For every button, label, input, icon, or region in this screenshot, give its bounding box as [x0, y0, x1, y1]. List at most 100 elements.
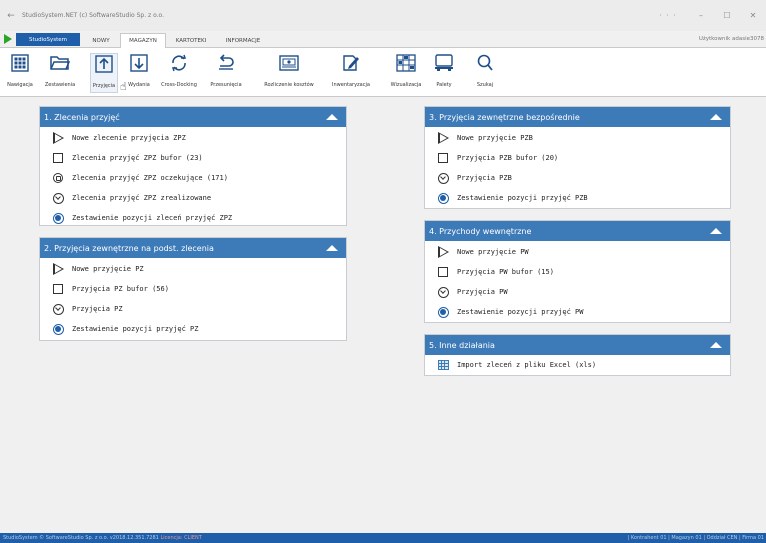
item-label: Nowe zlecenie przyjęcia ZPZ: [72, 134, 186, 142]
list-item-zestawienie-pz[interactable]: Zestawienie pozycji przyjęć PZ: [40, 319, 346, 339]
play-outline-icon: [436, 246, 450, 258]
tab-magazyn[interactable]: MAGAZYN: [120, 33, 166, 48]
edit-document-icon: [342, 53, 360, 73]
toolbar-wydania-button[interactable]: Wydania: [124, 53, 154, 93]
toolbar-label: Wydania: [128, 82, 150, 88]
hand-cursor-icon: ☝: [120, 80, 127, 93]
radio-filled-icon: [51, 212, 65, 224]
circle-square-icon: [51, 172, 65, 184]
item-label: Zlecenia przyjęć ZPZ zrealizowane: [72, 194, 212, 202]
item-label: Przyjęcia PW: [457, 288, 508, 296]
item-label: Zestawienie pozycji przyjęć PZB: [457, 194, 588, 202]
panel-title: 1. Zlecenia przyjęć: [44, 112, 120, 122]
list-item-pz-bufor[interactable]: Przyjęcia PZ bufor (56): [40, 279, 346, 299]
list-item-zestawienie-zpz[interactable]: Zestawienie pozycji zleceń przyjęć ZPZ: [40, 208, 346, 228]
toolbar-inwentaryzacja-button[interactable]: Inwentaryzacja: [326, 53, 376, 93]
list-item-nowe-pw[interactable]: Nowe przyjęcie PW: [425, 242, 730, 262]
toolbar-label: Rozliczenie kosztów: [264, 82, 314, 88]
play-icon[interactable]: [4, 34, 12, 44]
window-title: StudioSystem.NET (c) SoftwareStudio Sp. …: [22, 12, 165, 19]
item-label: Zestawienie pozycji przyjęć PZ: [72, 325, 199, 333]
list-item-przyjecia-pzb[interactable]: Przyjęcia PZB: [425, 168, 730, 188]
list-item-zpz-oczekujace[interactable]: Zlecenia przyjęć ZPZ oczekujące (171): [40, 168, 346, 188]
circle-chevron-icon: [51, 192, 65, 204]
list-item-nowe-pz[interactable]: Nowe przyjęcie PZ: [40, 259, 346, 279]
maximize-button[interactable]: ☐: [714, 11, 740, 20]
list-item-przyjecia-pz[interactable]: Przyjęcia PZ: [40, 299, 346, 319]
toolbar-cross-docking-button[interactable]: Cross-Docking: [156, 53, 202, 93]
list-item-zpz-zrealizowane[interactable]: Zlecenia przyjęć ZPZ zrealizowane: [40, 188, 346, 208]
list-item-zestawienie-pzb[interactable]: Zestawienie pozycji przyjęć PZB: [425, 188, 730, 208]
toolbar-rozliczenie-button[interactable]: Rozliczenie kosztów: [256, 53, 322, 93]
panel-przychody-wewnetrzne: 4. Przychody wewnętrzne Nowe przyjęcie P…: [424, 220, 731, 323]
pallet-icon: [434, 53, 454, 73]
panel-header[interactable]: 1. Zlecenia przyjęć: [40, 107, 346, 127]
panel-header[interactable]: 4. Przychody wewnętrzne: [425, 221, 730, 241]
item-label: Zlecenia przyjęć ZPZ oczekujące (171): [72, 174, 228, 182]
status-left: StudioSystem © SoftwareStudio Sp. z o.o.…: [0, 535, 628, 541]
chevron-up-icon[interactable]: [326, 114, 338, 120]
toolbar-nawigacja-button[interactable]: Nawigacja: [2, 53, 38, 93]
money-icon: [279, 53, 299, 73]
toolbar-zestawienia-button[interactable]: Zestawienia: [40, 53, 80, 93]
excel-grid-icon: [436, 359, 450, 371]
toolbar-przesuniecia-button[interactable]: Przesunięcia: [204, 53, 248, 93]
item-label: Nowe przyjęcie PZB: [457, 134, 533, 142]
item-label: Nowe przyjęcie PW: [457, 248, 529, 256]
toolbar-szukaj-button[interactable]: Szukaj: [470, 53, 500, 93]
panel-title: 4. Przychody wewnętrzne: [429, 226, 532, 236]
tab-kartoteki[interactable]: KARTOTEKI: [170, 33, 212, 48]
chevron-up-icon[interactable]: [710, 342, 722, 348]
list-item-nowe-zlecenie-zpz[interactable]: Nowe zlecenie przyjęcia ZPZ: [40, 128, 346, 148]
item-label: Nowe przyjęcie PZ: [72, 265, 144, 273]
item-label: Przyjęcia PW bufor (15): [457, 268, 554, 276]
toolbar-label: Inwentaryzacja: [332, 82, 370, 88]
title-bar: ← StudioSystem.NET (c) SoftwareStudio Sp…: [0, 0, 766, 31]
list-item-zpz-bufor[interactable]: Zlecenia przyjęć ZPZ bufor (23): [40, 148, 346, 168]
app-menu-button[interactable]: StudioSystem: [16, 33, 80, 46]
panel-header[interactable]: 3. Przyjęcia zewnętrzne bezpośrednie: [425, 107, 730, 127]
list-item-przyjecia-pw[interactable]: Przyjęcia PW: [425, 282, 730, 302]
chevron-up-icon[interactable]: [710, 114, 722, 120]
tab-nowy[interactable]: NOWY: [86, 33, 116, 48]
panel-header[interactable]: 2. Przyjęcia zewnętrzne na podst. zlecen…: [40, 238, 346, 258]
toolbar-label: Przyjęcia: [92, 83, 116, 89]
more-options-button[interactable]: · · ·: [648, 11, 688, 20]
toolbar-label: Wizualizacja: [390, 82, 422, 88]
square-outline-icon: [436, 152, 450, 164]
item-label: Przyjęcia PZ: [72, 305, 123, 313]
toolbar-label: Nawigacja: [7, 82, 33, 88]
return-arrow-icon: [217, 53, 235, 73]
list-item-zestawienie-pw[interactable]: Zestawienie pozycji przyjęć PW: [425, 302, 730, 322]
minimize-button[interactable]: –: [688, 11, 714, 20]
ribbon-tab-row: StudioSystem NOWY MAGAZYN KARTOTEKI INFO…: [0, 31, 766, 48]
ribbon-toolbar: Nawigacja Zestawienia Przyjęcia Wydania …: [0, 48, 766, 97]
circle-chevron-icon: [436, 286, 450, 298]
refresh-icon: [170, 53, 188, 73]
toolbar-wizualizacja-button[interactable]: Wizualizacja: [386, 53, 426, 93]
radio-filled-icon: [51, 323, 65, 335]
panel-title: 2. Przyjęcia zewnętrzne na podst. zlecen…: [44, 243, 214, 253]
panel-zlecenia-przyjec: 1. Zlecenia przyjęć Nowe zlecenie przyję…: [39, 106, 347, 226]
list-item-nowe-pzb[interactable]: Nowe przyjęcie PZB: [425, 128, 730, 148]
panel-title: 3. Przyjęcia zewnętrzne bezpośrednie: [429, 112, 580, 122]
chevron-up-icon[interactable]: [710, 228, 722, 234]
panel-header[interactable]: 5. Inne działania: [425, 335, 730, 355]
close-button[interactable]: ✕: [740, 11, 766, 20]
list-item-pw-bufor[interactable]: Przyjęcia PW bufor (15): [425, 262, 730, 282]
play-outline-icon: [436, 132, 450, 144]
toolbar-palety-button[interactable]: Palety: [430, 53, 458, 93]
panel-inne-dzialania: 5. Inne działania Import zleceń z pliku …: [424, 334, 731, 376]
tab-informacje[interactable]: INFORMACJE: [218, 33, 268, 48]
list-item-import-excel[interactable]: Import zleceń z pliku Excel (xls): [425, 355, 730, 375]
status-context: | Kontrahent 01 | Magazyn 01 | Oddział C…: [627, 535, 764, 541]
chevron-up-icon[interactable]: [326, 245, 338, 251]
item-label: Import zleceń z pliku Excel (xls): [457, 361, 597, 369]
arrow-left-icon[interactable]: ←: [0, 11, 22, 21]
list-item-pzb-bufor[interactable]: Przyjęcia PZB bufor (20): [425, 148, 730, 168]
toolbar-przyjecia-button[interactable]: Przyjęcia: [90, 53, 118, 93]
item-label: Przyjęcia PZB bufor (20): [457, 154, 559, 162]
item-label: Zlecenia przyjęć ZPZ bufor (23): [72, 154, 203, 162]
toolbar-label: Cross-Docking: [161, 82, 197, 88]
toolbar-label: Przesunięcia: [210, 82, 242, 88]
